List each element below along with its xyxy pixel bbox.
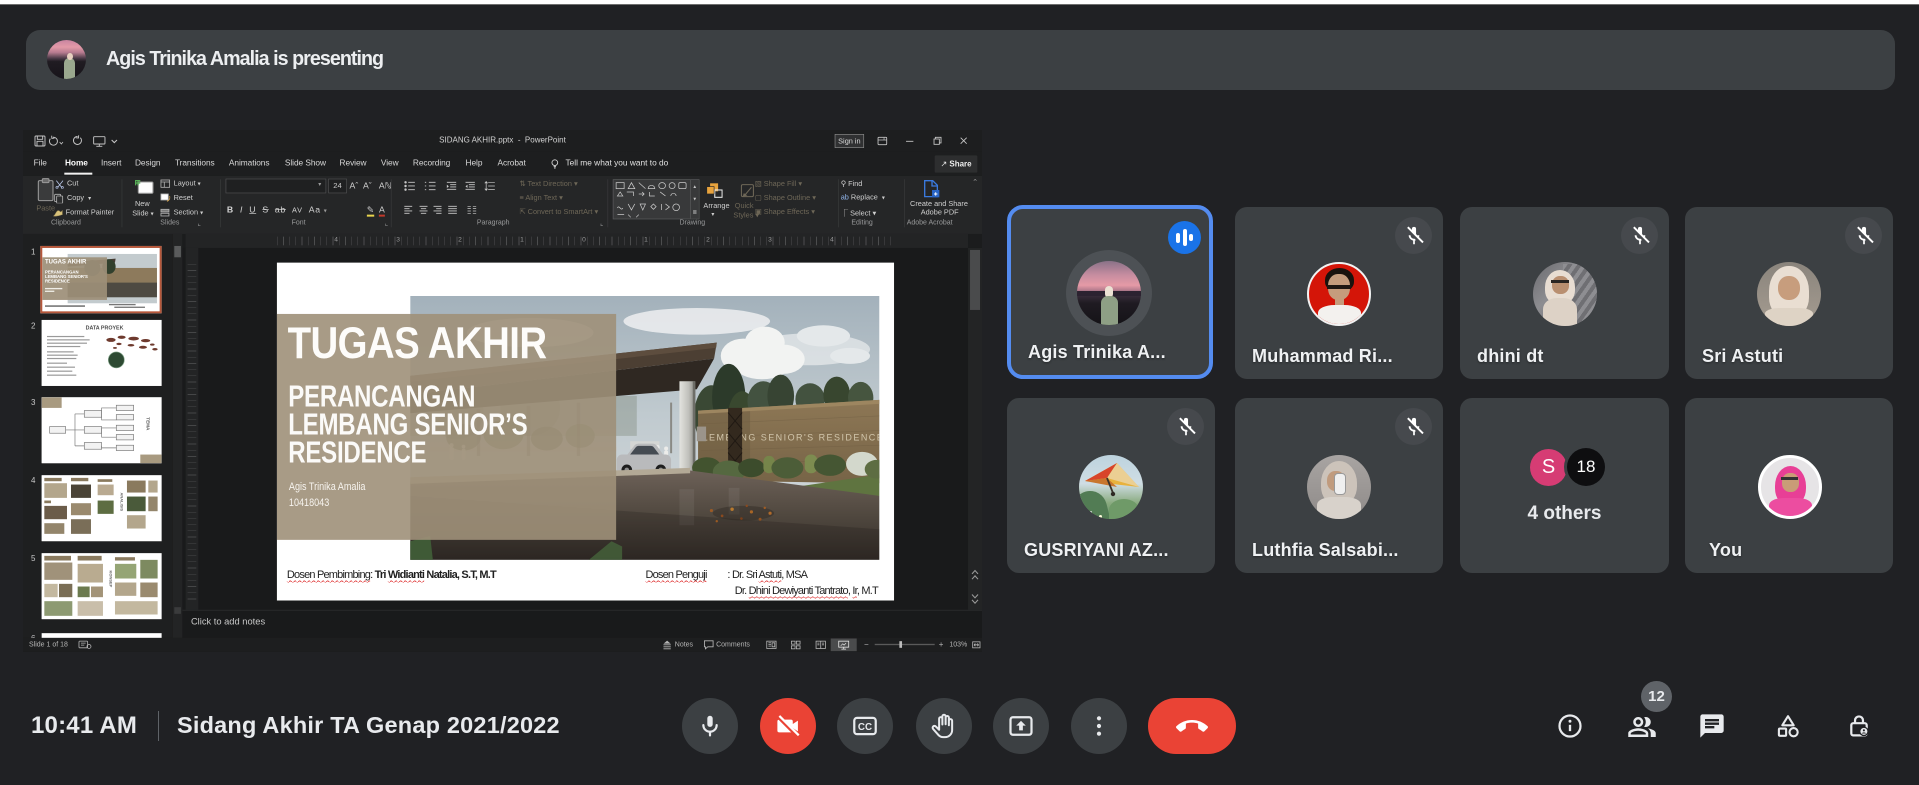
svg-text:KONSEP: KONSEP <box>109 570 114 587</box>
svg-text:CC: CC <box>858 722 872 733</box>
svg-text:ANALISIS: ANALISIS <box>119 492 124 511</box>
svg-text:RESIDENCE: RESIDENCE <box>45 279 70 284</box>
svg-text:DATA PROYEK: DATA PROYEK <box>86 325 124 331</box>
svg-text:TEMA: TEMA <box>145 417 150 431</box>
svg-text:TUGAS AKHIR: TUGAS AKHIR <box>45 259 87 265</box>
